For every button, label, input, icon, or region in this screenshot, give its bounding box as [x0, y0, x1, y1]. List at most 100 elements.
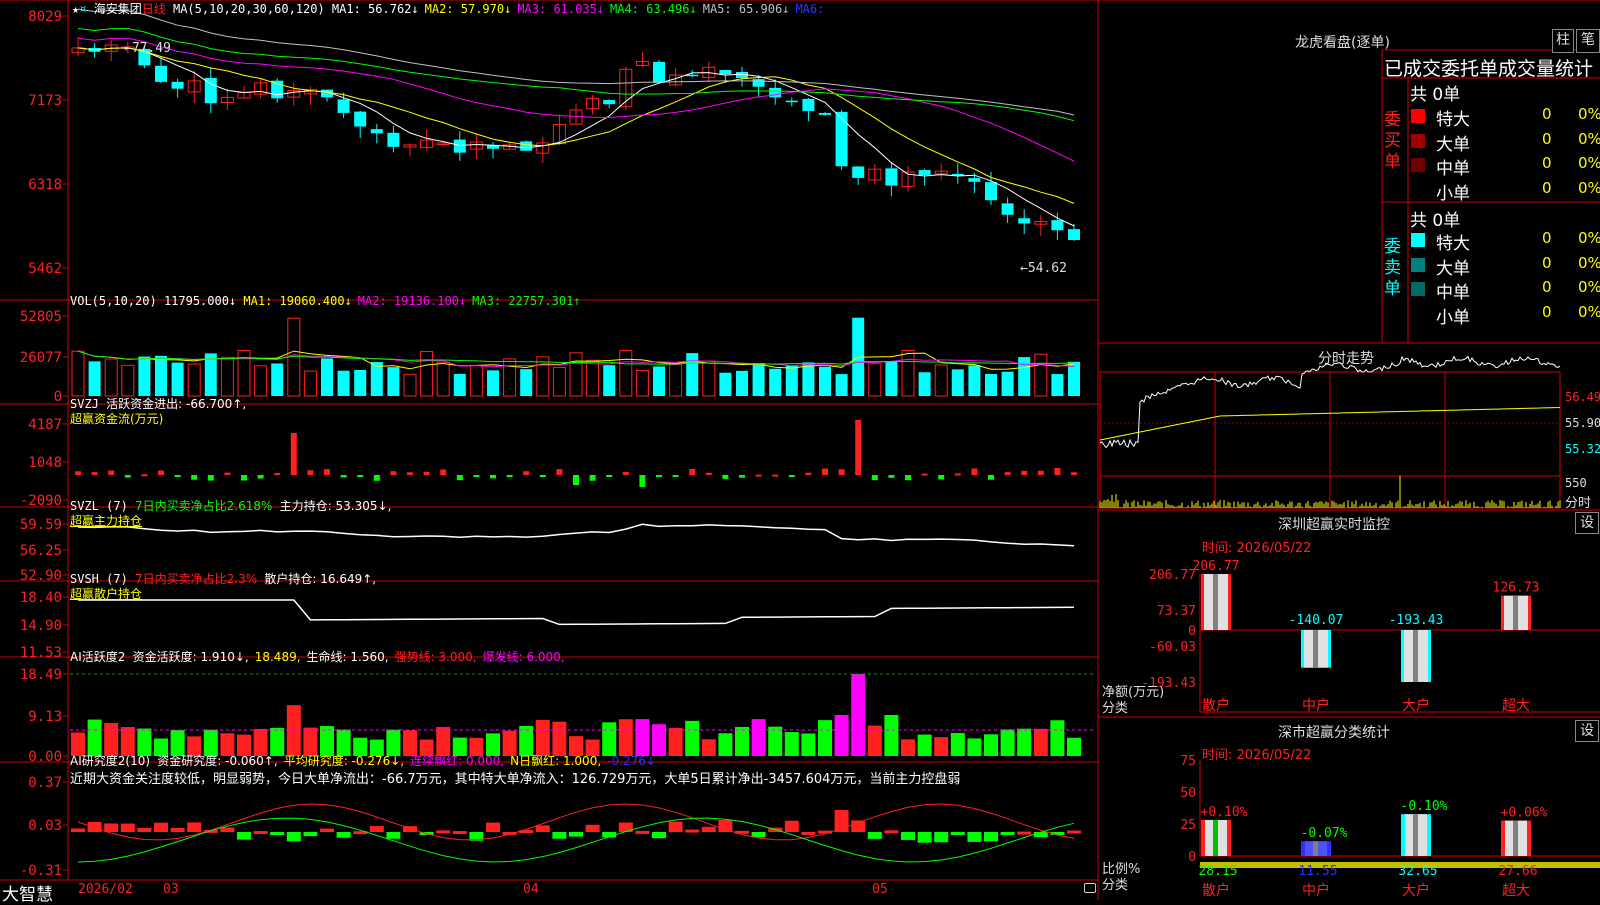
svzj-bar-52 — [938, 475, 945, 480]
vol-ytick-0: 52805 — [20, 309, 62, 325]
ai-research-bar-35 — [652, 832, 666, 839]
svzl-ytick-0: 59.59 — [20, 517, 62, 533]
sell-row-0-count: 0 — [1542, 229, 1552, 247]
ai-active-ytick-0: 18.49 — [20, 667, 62, 683]
vol-bar-31 — [586, 359, 600, 397]
vol-header: VOL(5,10,20) 11795.000↓ MA1: 19060.400↓ M… — [70, 294, 587, 308]
svzj-bar-7 — [191, 475, 198, 480]
vol-bar-5 — [155, 355, 167, 396]
vol-bar-52 — [934, 364, 948, 397]
sell-row-1-pct: 0% — [1578, 253, 1600, 272]
buy-swatch-2 — [1411, 158, 1425, 172]
vol-bar-19 — [387, 367, 400, 396]
calc-icon[interactable]: ¤ — [79, 2, 86, 16]
svzj-bar-51 — [921, 473, 928, 476]
ai-active-bar-32 — [602, 722, 617, 756]
svzj-bar-20 — [407, 472, 413, 475]
buy-row-3-count: 0 — [1542, 178, 1552, 197]
ai-research-bar-12 — [270, 832, 285, 835]
ai-active-bar-28 — [535, 719, 550, 756]
vol-bar-32 — [603, 365, 616, 396]
svsh-header: SVSH (7) 7日内买卖净占比2.3% 散户持仓: 16.649↑, 超赢散… — [70, 572, 376, 602]
ai-research-bar-43 — [784, 820, 799, 832]
ai-research-bar-18 — [369, 826, 384, 832]
buy-row-1-label: 大单 — [1436, 134, 1470, 155]
svzj-bar-12 — [274, 473, 281, 476]
svzj-bar-50 — [905, 475, 911, 481]
lock-icon[interactable] — [1084, 883, 1096, 893]
monitor-settings-button[interactable]: 设 — [1575, 512, 1599, 534]
svzj-bar-15 — [324, 469, 330, 475]
monitor-value-0: 206.77 — [1193, 559, 1240, 574]
ai-research-bar-38 — [701, 826, 716, 832]
sell-row-1-count: 0 — [1542, 253, 1552, 272]
ai-active-values: 资金活跃度: 1.910↓, 18.489, 生命线: 1.560, 强势线: 3.0… — [133, 650, 571, 664]
svzj-bar-26 — [506, 475, 513, 478]
candle-body-44 — [802, 98, 815, 111]
ai-research-bar-36 — [668, 821, 683, 832]
candle-body-27 — [520, 141, 533, 151]
monitor-cat-2: 大户 — [1402, 697, 1430, 714]
svzj-bar-2 — [108, 470, 115, 475]
bar-mode-button[interactable]: 柱 — [1552, 29, 1574, 53]
period-label: 日线 — [141, 2, 166, 16]
vol-bar-15 — [321, 358, 333, 396]
svzj-bar-36 — [672, 475, 679, 477]
monitor-ytick-3: -60.03 — [1149, 640, 1196, 655]
candle-body-17 — [354, 111, 367, 127]
sell-row-1-label: 大单 — [1436, 258, 1470, 279]
ai-research-bar-13 — [286, 832, 301, 842]
ai-research-bar-29 — [552, 832, 567, 839]
ai-research-bar-39 — [718, 820, 733, 832]
svsh-line — [78, 599, 1075, 626]
svzj-bar-54 — [971, 468, 978, 475]
vol-bar-2 — [104, 358, 118, 397]
vol-bar-0 — [71, 350, 85, 397]
pen-mode-button[interactable]: 笔 — [1576, 29, 1600, 53]
low-note: ←54.62 — [1020, 261, 1067, 276]
ai-research-bar-7 — [187, 822, 202, 832]
svzj-bar-31 — [589, 475, 596, 481]
vol-ytick-2: 0 — [54, 389, 62, 405]
svzj-bar-30 — [573, 475, 579, 485]
ai-research-bar-31 — [585, 824, 600, 832]
vol-bar-8 — [204, 353, 217, 396]
svzj-bar-11 — [257, 475, 264, 479]
svzj-bar-28 — [539, 475, 546, 477]
intraday-price-1: 55.90 — [1565, 416, 1600, 430]
ai-research-bar-11 — [253, 831, 268, 835]
ai-research-bar-5 — [154, 822, 168, 832]
classify-value-0: 28.15 — [1198, 864, 1237, 879]
classify-value-3: 27.66 — [1498, 864, 1537, 879]
svzj-bar-13 — [290, 433, 297, 475]
svzj-bar-27 — [523, 471, 530, 475]
sell-swatch-0 — [1411, 233, 1425, 247]
intraday-vol-label: 分时 — [1565, 496, 1592, 511]
svzj-bar-5 — [158, 470, 164, 475]
svzl-ytick-1: 56.25 — [20, 543, 62, 559]
svzj-bar-0 — [75, 471, 81, 475]
classify-bar-core-1 — [1313, 841, 1318, 856]
ai-research-bar-50 — [901, 832, 915, 840]
ai-active-bar-58 — [1033, 728, 1048, 756]
monitor-ytick-1: 73.37 — [1157, 604, 1196, 619]
ai-research-bar-44 — [801, 831, 816, 835]
svzj-bar-39 — [722, 475, 729, 479]
main-ytick-0: 8029 — [28, 9, 62, 25]
buy-row-2-count: 0 — [1542, 154, 1552, 172]
vol-bar-4 — [138, 356, 151, 396]
classify-settings-button[interactable]: 设 — [1575, 720, 1599, 742]
candle-body-51 — [918, 170, 931, 175]
ai-research-ytick-1: 0.03 — [28, 818, 62, 834]
ma-items-0: MA1: 56.762↓ — [331, 2, 419, 16]
vol-bar-38 — [702, 360, 716, 397]
ai-research-items-3: N日飘红: 1.000, — [510, 754, 602, 768]
ai-research-values: 资金研究度: -0.060↑, 平均研究度: -0.276↓, 连续飘红: 0.00… — [157, 754, 662, 768]
svsh-ytick-0: 18.40 — [20, 590, 62, 606]
candle-body-45 — [819, 112, 831, 115]
vol-bar-34 — [635, 369, 649, 397]
sell-total: 共 0单 — [1410, 211, 1461, 231]
candles — [71, 8, 1080, 241]
buy-row-0-pct: 0% — [1578, 105, 1600, 123]
svzj-label: SVZJ — [70, 397, 99, 411]
